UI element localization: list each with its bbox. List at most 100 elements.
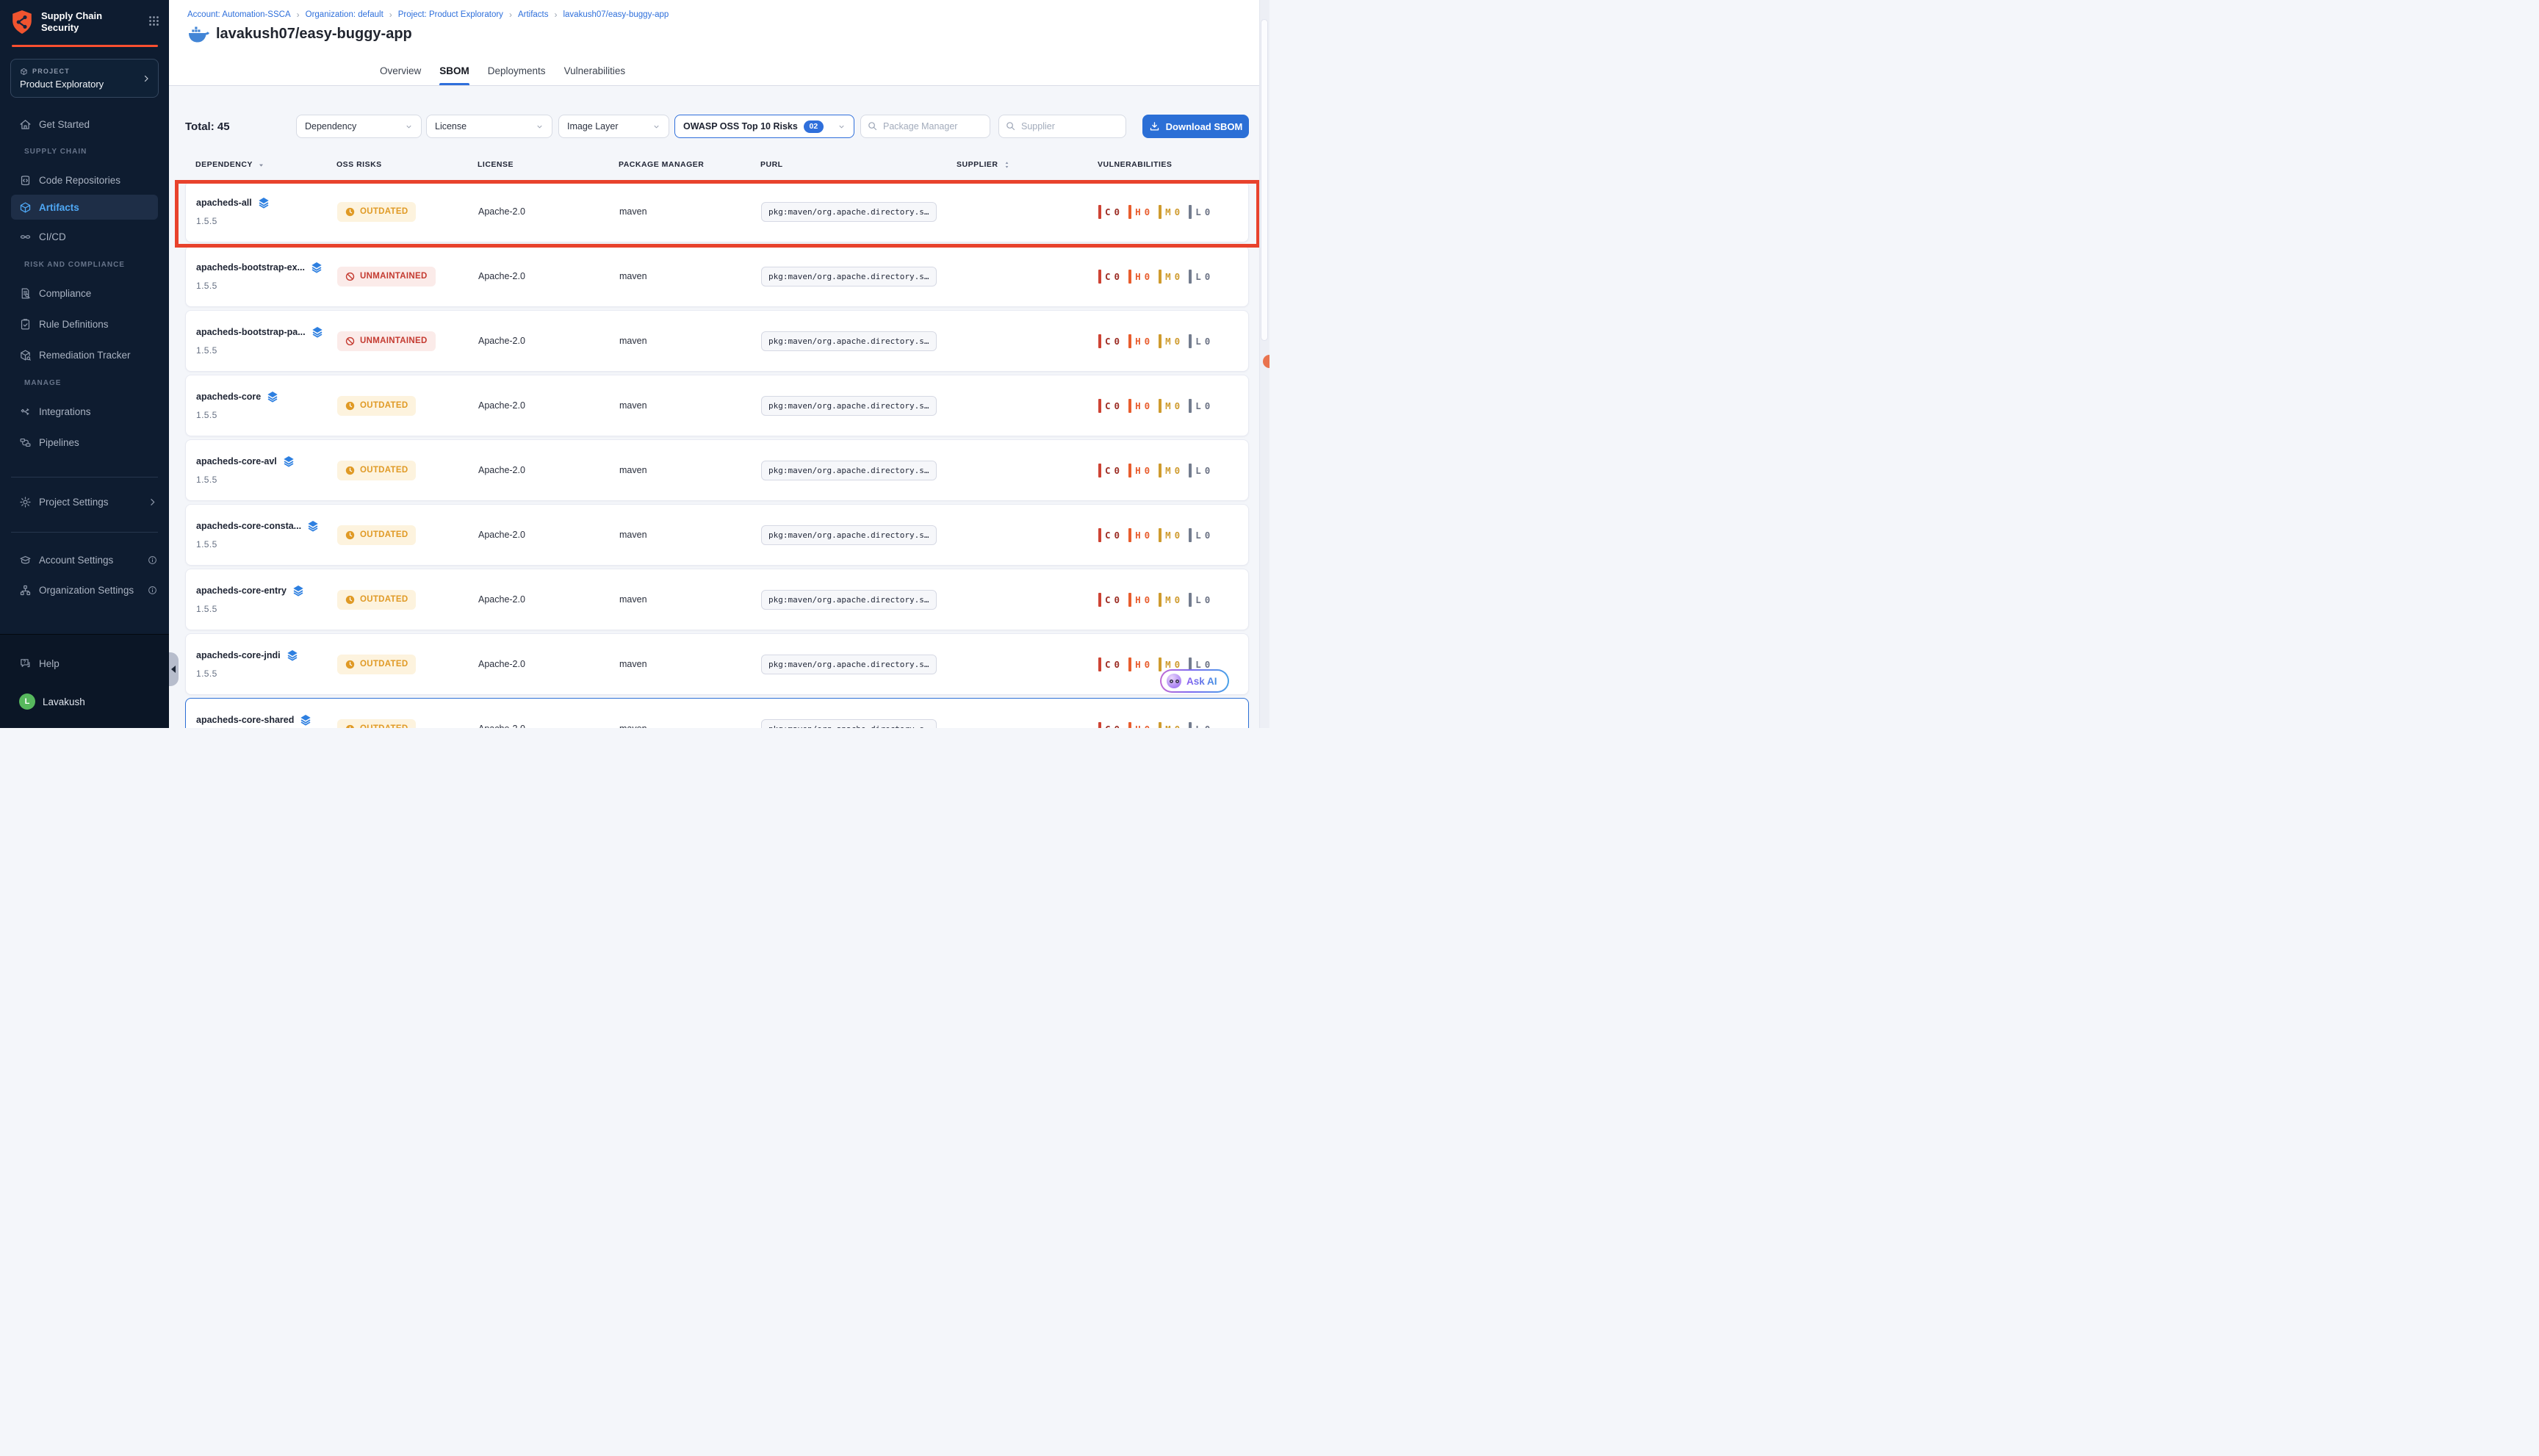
- vuln-l-count: L0: [1189, 334, 1210, 348]
- purl-value[interactable]: pkg:maven/org.apache.directory.s…: [761, 719, 937, 729]
- dependency-name: apacheds-bootstrap-pa...: [196, 327, 306, 337]
- purl-value[interactable]: pkg:maven/org.apache.directory.s…: [761, 461, 937, 480]
- vulnerability-counts: C0H0M0L0: [1098, 205, 1248, 219]
- purl-value[interactable]: pkg:maven/org.apache.directory.s…: [761, 267, 937, 286]
- purl-value[interactable]: pkg:maven/org.apache.directory.s…: [761, 590, 937, 610]
- table-row[interactable]: apacheds-core-entry 1.5.5 OUTDATED Apach…: [185, 569, 1249, 630]
- oss-risk-label: OUTDATED: [360, 207, 408, 216]
- dependency-cell: apacheds-core-avl 1.5.5: [196, 455, 337, 485]
- breadcrumb-separator: ›: [509, 10, 512, 20]
- table-row[interactable]: apacheds-core-avl 1.5.5 OUTDATED Apache-…: [185, 439, 1249, 501]
- oss-risk-label: OUTDATED: [360, 466, 408, 475]
- project-meta: PROJECT Product Exploratory: [20, 68, 142, 90]
- layers-icon: [307, 520, 319, 532]
- sidebar-item-label: Account Settings: [39, 555, 113, 566]
- tab-overview[interactable]: Overview: [380, 65, 421, 85]
- vuln-c-count: C0: [1098, 205, 1120, 219]
- oss-risk-badge: OUTDATED: [337, 590, 416, 610]
- breadcrumb-project[interactable]: Project: Product Exploratory: [398, 10, 503, 19]
- tab-deployments[interactable]: Deployments: [488, 65, 546, 85]
- purl-value[interactable]: pkg:maven/org.apache.directory.s…: [761, 202, 937, 222]
- tab-sbom[interactable]: SBOM: [439, 65, 469, 85]
- info-icon[interactable]: [148, 555, 157, 565]
- sidebar-item-remediation-tracker[interactable]: Remediation Tracker: [0, 342, 169, 367]
- sort-descending-icon[interactable]: [257, 161, 265, 169]
- table-row[interactable]: apacheds-bootstrap-ex... 1.5.5 UNMAINTAI…: [185, 245, 1249, 307]
- sidebar-item-cicd[interactable]: CI/CD: [0, 224, 169, 249]
- layers-icon: [311, 262, 323, 273]
- purl-value[interactable]: pkg:maven/org.apache.directory.s…: [761, 525, 937, 545]
- shield-logo-icon: [10, 9, 34, 35]
- table-row[interactable]: apacheds-core-shared 1.5.5 OUTDATED Apac…: [185, 698, 1249, 728]
- vuln-c-count: C0: [1098, 334, 1120, 348]
- vulnerability-counts: C0H0M0L0: [1098, 464, 1248, 477]
- info-icon[interactable]: [148, 585, 157, 595]
- vuln-l-count: L0: [1189, 722, 1210, 729]
- package-manager-search-input[interactable]: [860, 115, 990, 138]
- app-window: Supply Chain Security PROJECT Product Ex…: [0, 0, 1270, 728]
- owasp-filter-select[interactable]: OWASP OSS Top 10 Risks 02: [674, 115, 854, 138]
- sort-both-icon[interactable]: [1003, 161, 1011, 169]
- breadcrumb-artifact-name[interactable]: lavakush07/easy-buggy-app: [563, 10, 669, 19]
- ask-ai-button[interactable]: Ask AI: [1160, 669, 1229, 693]
- oss-risk-badge: OUTDATED: [337, 396, 416, 416]
- table-row[interactable]: apacheds-core 1.5.5 OUTDATED Apache-2.0: [185, 375, 1249, 436]
- dependency-name: apacheds-core-consta...: [196, 521, 301, 531]
- sidebar-item-help[interactable]: ? Help: [0, 651, 169, 676]
- sidebar-item-artifacts[interactable]: Artifacts: [11, 195, 158, 220]
- table-row[interactable]: apacheds-core-jndi 1.5.5 OUTDATED Apache…: [185, 633, 1249, 695]
- scrollbar-thumb[interactable]: [1261, 19, 1268, 341]
- sidebar-item-project-settings[interactable]: Project Settings: [0, 489, 169, 514]
- sidebar-item-rule-definitions[interactable]: Rule Definitions: [0, 311, 169, 336]
- sidebar-collapse-handle[interactable]: [169, 652, 179, 686]
- project-selector[interactable]: PROJECT Product Exploratory: [10, 59, 159, 98]
- dependency-filter-select[interactable]: Dependency: [296, 115, 422, 138]
- sidebar-item-integrations[interactable]: Integrations: [0, 399, 169, 424]
- column-header-supplier[interactable]: SUPPLIER: [957, 160, 1098, 169]
- breadcrumb-organization[interactable]: Organization: default: [306, 10, 383, 19]
- sidebar-item-code-repositories[interactable]: Code Repositories: [0, 167, 169, 192]
- purl-value[interactable]: pkg:maven/org.apache.directory.s…: [761, 396, 937, 416]
- vuln-h-count: H0: [1128, 205, 1150, 219]
- breadcrumb-artifacts[interactable]: Artifacts: [518, 10, 549, 19]
- sidebar-item-account-settings[interactable]: Account Settings: [0, 547, 169, 572]
- breadcrumb-account[interactable]: Account: Automation-SSCA: [187, 10, 291, 19]
- license-filter-select[interactable]: License: [426, 115, 552, 138]
- page-header: Account: Automation-SSCA › Organization: …: [169, 0, 1270, 86]
- purl-value[interactable]: pkg:maven/org.apache.directory.s…: [761, 655, 937, 674]
- oss-risk-badge: UNMAINTAINED: [337, 331, 436, 351]
- table-row[interactable]: apacheds-core-consta... 1.5.5 OUTDATED A…: [185, 504, 1249, 566]
- breadcrumb-separator: ›: [554, 10, 557, 20]
- dependency-cell: apacheds-bootstrap-ex... 1.5.5: [196, 262, 337, 291]
- supplier-search-input[interactable]: [998, 115, 1126, 138]
- supplier-search: [998, 115, 1126, 138]
- tab-vulnerabilities[interactable]: Vulnerabilities: [564, 65, 626, 85]
- sidebar-item-get-started[interactable]: Get Started: [0, 112, 169, 137]
- vuln-m-count: M0: [1159, 399, 1180, 413]
- dependency-cell: apacheds-core-shared 1.5.5: [196, 714, 337, 728]
- sidebar-item-organization-settings[interactable]: Organization Settings: [0, 577, 169, 602]
- user-menu[interactable]: L Lavakush: [0, 689, 169, 714]
- column-header-dependency[interactable]: DEPENDENCY: [195, 160, 336, 169]
- sidebar-item-pipelines[interactable]: Pipelines: [0, 430, 169, 455]
- column-header-purl: PURL: [760, 160, 957, 169]
- layers-icon: [283, 455, 295, 467]
- sidebar-item-label: Pipelines: [39, 437, 79, 448]
- sidebar-item-compliance[interactable]: Compliance: [0, 281, 169, 306]
- integrations-icon: [19, 406, 32, 418]
- vuln-l-count: L0: [1189, 270, 1210, 284]
- section-label-supply-chain: SUPPLY CHAIN: [0, 148, 169, 156]
- app-grid-icon[interactable]: [148, 15, 160, 27]
- license-value: Apache-2.0: [478, 336, 619, 346]
- purl-value[interactable]: pkg:maven/org.apache.directory.s…: [761, 331, 937, 351]
- table-row[interactable]: apacheds-all 1.5.5 OUTDATED Apache-2.0: [185, 181, 1249, 242]
- dependency-version: 1.5.5: [196, 216, 337, 226]
- image-layer-filter-select[interactable]: Image Layer: [558, 115, 669, 138]
- table-row[interactable]: apacheds-bootstrap-pa... 1.5.5 UNMAINTAI…: [185, 310, 1249, 372]
- oss-risk-label: OUTDATED: [360, 530, 408, 539]
- dependency-version: 1.5.5: [196, 604, 337, 614]
- download-sbom-button[interactable]: Download SBOM: [1142, 115, 1249, 138]
- sidebar-item-label: Remediation Tracker: [39, 350, 131, 361]
- vuln-h-count: H0: [1128, 270, 1150, 284]
- dependency-version: 1.5.5: [196, 539, 337, 549]
